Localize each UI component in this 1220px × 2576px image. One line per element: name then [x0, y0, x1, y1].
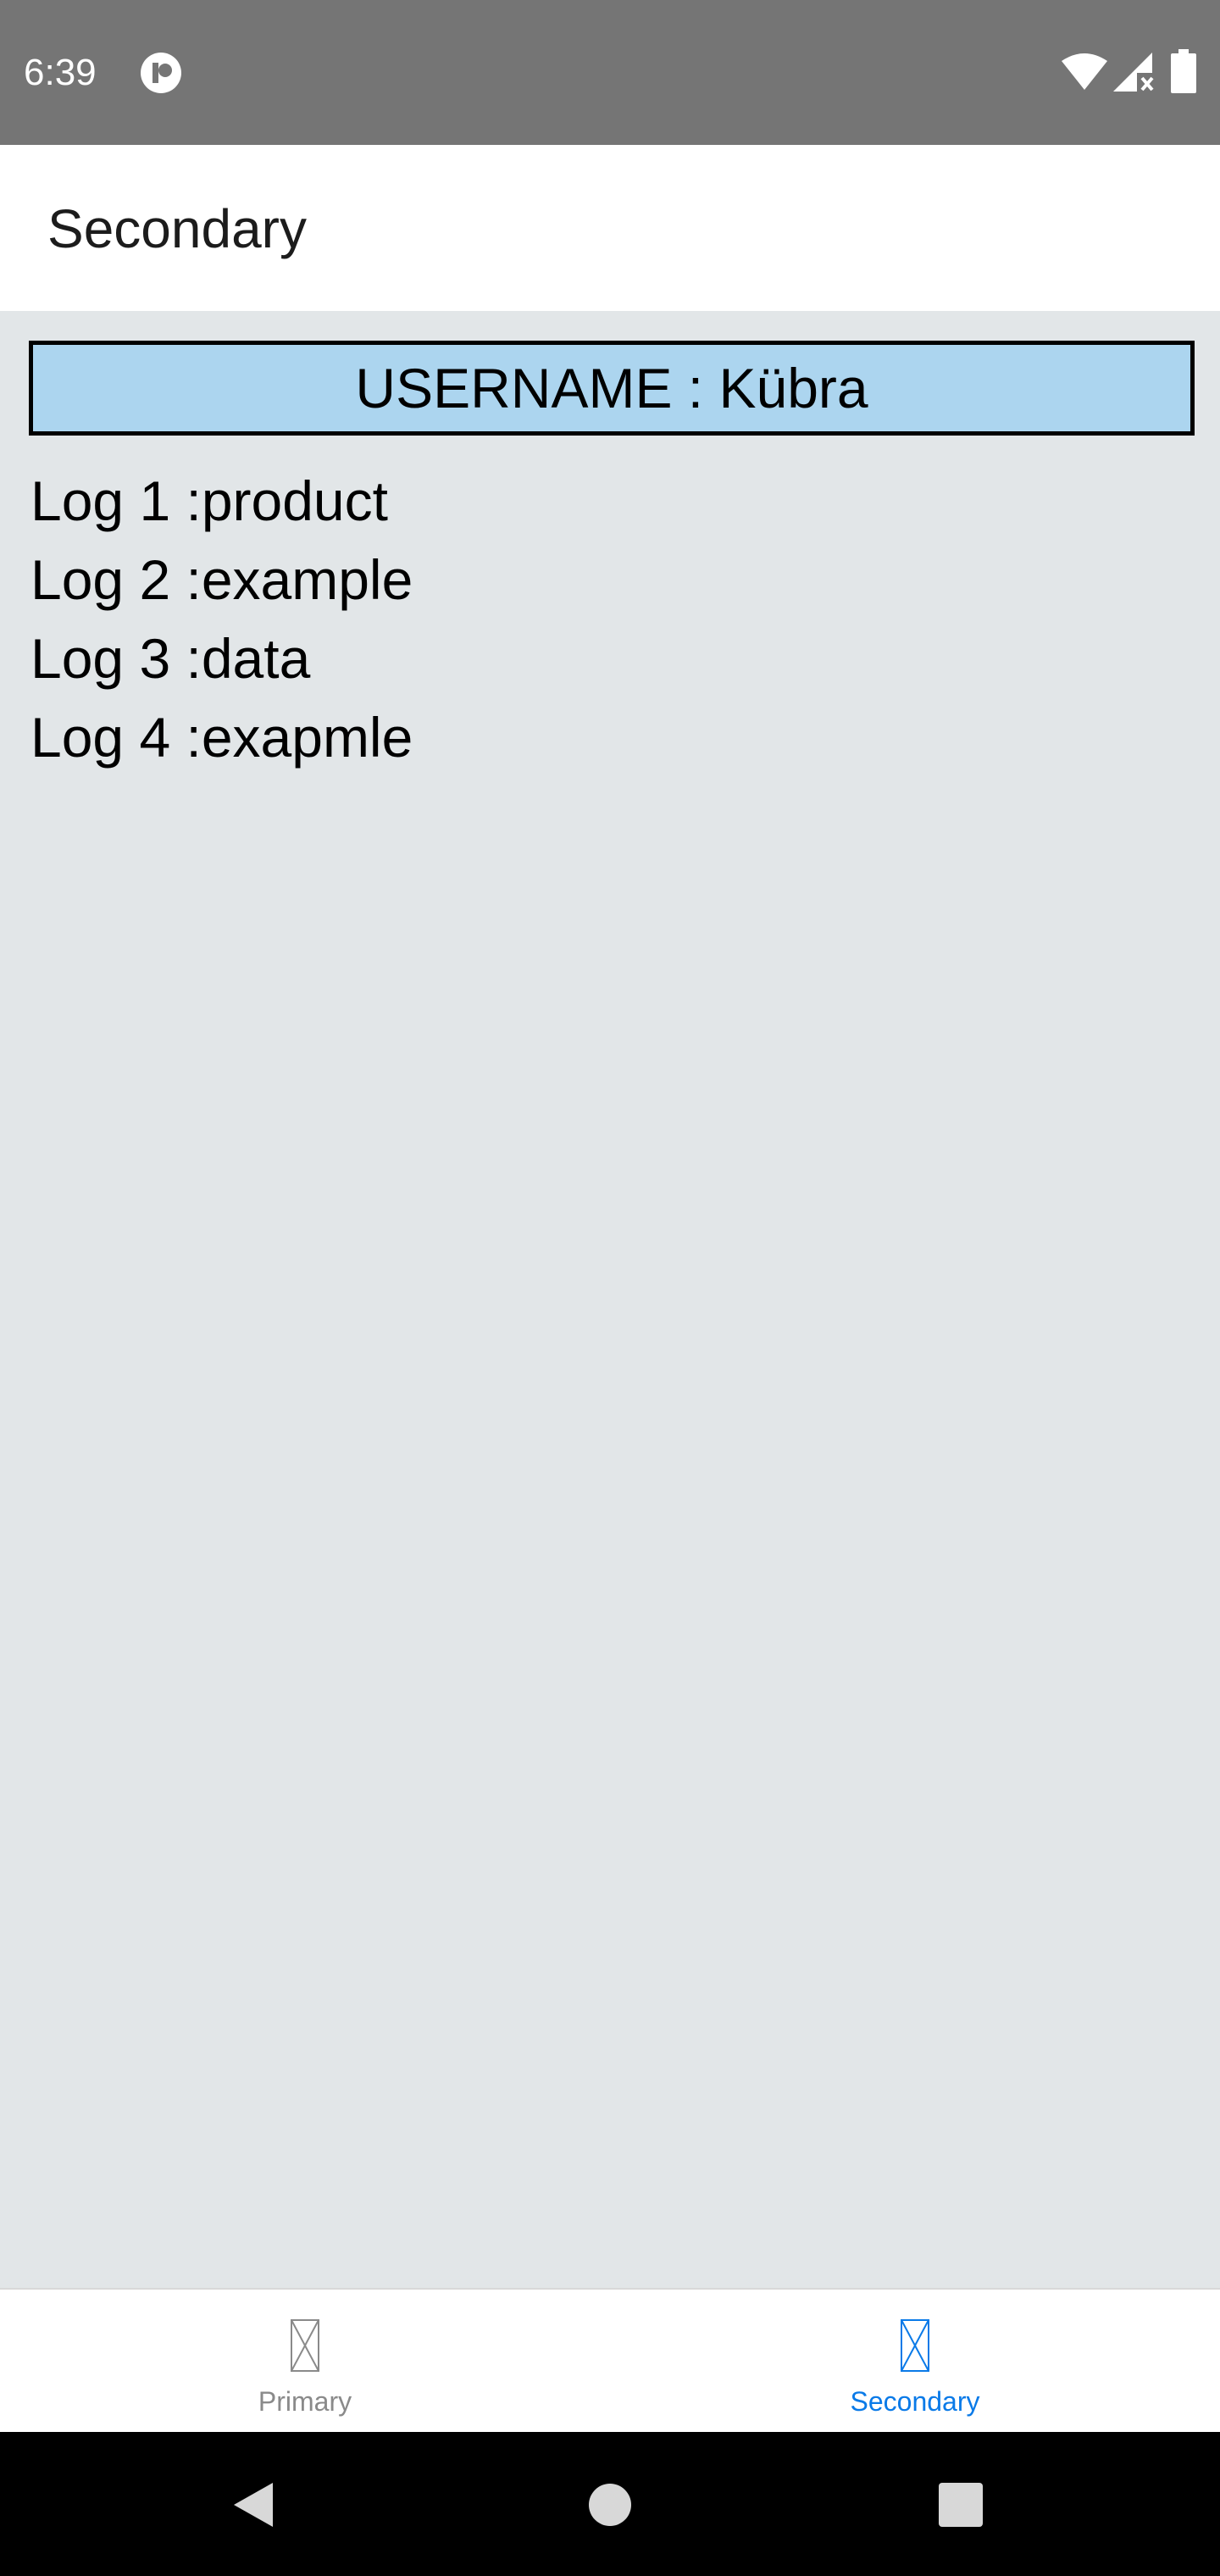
system-nav-bar — [0, 2432, 1220, 2576]
battery-icon — [1171, 49, 1196, 93]
app-bar: Secondary — [0, 145, 1220, 311]
tab-primary[interactable]: Primary — [0, 2290, 610, 2434]
cell-signal-icon — [1113, 53, 1154, 92]
back-icon[interactable] — [230, 2481, 278, 2529]
main-content: USERNAME : Kübra Log 1 :product Log 2 :e… — [0, 311, 1220, 2288]
recents-icon[interactable] — [939, 2483, 983, 2527]
missing-glyph-icon — [901, 2319, 929, 2372]
missing-glyph-icon — [291, 2319, 319, 2372]
log-list: Log 1 :product Log 2 :example Log 3 :dat… — [30, 462, 413, 777]
tab-secondary[interactable]: Secondary — [610, 2290, 1220, 2434]
log-item: Log 3 :data — [30, 627, 311, 690]
app-notification-icon — [141, 53, 181, 93]
log-item: Log 4 :exapmle — [30, 706, 413, 769]
status-bar: 6:39 — [0, 0, 1220, 145]
wifi-icon — [1062, 53, 1107, 90]
log-item: Log 2 :example — [30, 548, 413, 611]
tab-label: Secondary — [850, 2386, 980, 2417]
status-time: 6:39 — [24, 52, 97, 93]
tab-label: Primary — [258, 2386, 352, 2417]
page-title: Secondary — [47, 198, 307, 259]
username-banner: USERNAME : Kübra — [29, 341, 1195, 436]
bottom-tab-bar: Primary Secondary — [0, 2288, 1220, 2432]
home-icon[interactable] — [588, 2483, 632, 2527]
log-item: Log 1 :product — [30, 469, 388, 532]
